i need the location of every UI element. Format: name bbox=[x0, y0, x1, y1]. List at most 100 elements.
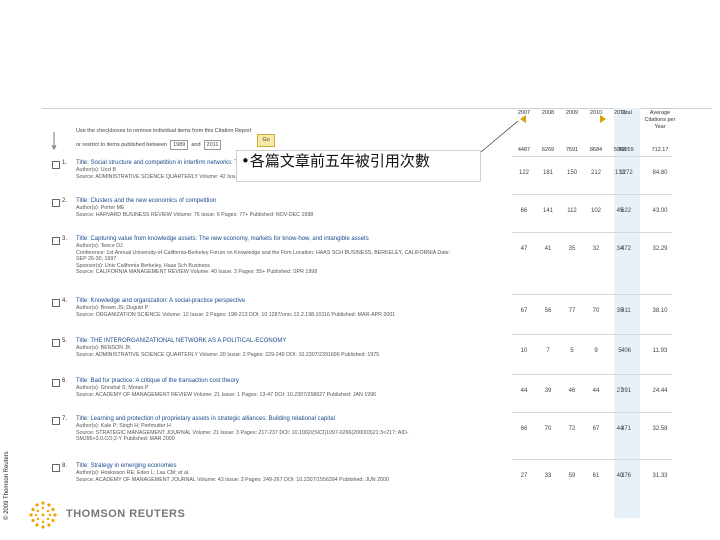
citation-count: 47 bbox=[520, 246, 528, 252]
citation-total: 371 bbox=[620, 426, 631, 432]
article-detail: SEP 26-30, 1997 bbox=[76, 256, 117, 262]
article-title-link[interactable]: Title: Knowledge and organization: A soc… bbox=[76, 298, 245, 304]
citation-average: 31.33 bbox=[652, 473, 668, 479]
item-number: 3. bbox=[62, 236, 68, 242]
citation-count: 10 bbox=[520, 348, 528, 354]
published-range-row: or restrict to items published between 1… bbox=[76, 140, 222, 150]
avg-total: 712.17 bbox=[651, 147, 669, 153]
citation-count: 9 bbox=[594, 348, 598, 354]
row-checkbox[interactable] bbox=[52, 379, 60, 387]
row-divider bbox=[512, 194, 672, 195]
article-detail: Source: ADMINISTRATIVE SCIENCE QUARTERLY… bbox=[76, 351, 380, 358]
citation-count: 67 bbox=[520, 308, 528, 314]
citation-count: 46 bbox=[568, 388, 576, 394]
row-divider bbox=[512, 412, 672, 413]
citation-count: 70 bbox=[592, 308, 600, 314]
year-header: 2009 bbox=[565, 110, 579, 116]
citation-total: 472 bbox=[620, 246, 631, 252]
citation-count: 181 bbox=[542, 170, 553, 176]
row-checkbox[interactable] bbox=[52, 237, 60, 245]
top-divider bbox=[42, 108, 712, 109]
item-number: 8. bbox=[62, 463, 68, 469]
article-title-link[interactable]: Title: Learning and protection of propri… bbox=[76, 416, 335, 422]
citation-count: 39 bbox=[544, 388, 552, 394]
citation-count: 112 bbox=[567, 208, 577, 214]
citation-total: 406 bbox=[620, 348, 631, 354]
citation-count: 66 bbox=[520, 208, 528, 214]
citation-count: 7 bbox=[546, 348, 550, 354]
citation-count: 5 bbox=[570, 348, 574, 354]
year-total: 8684 bbox=[589, 147, 603, 153]
row-checkbox[interactable] bbox=[52, 339, 60, 347]
row-checkbox[interactable] bbox=[52, 417, 60, 425]
brand-name: THOMSON REUTERS bbox=[66, 508, 186, 520]
copyright-text: © 2009 Thomson Reuters bbox=[4, 451, 10, 520]
citation-count: 77 bbox=[568, 308, 576, 314]
row-checkbox[interactable] bbox=[52, 299, 60, 307]
year-header: 2008 bbox=[541, 110, 555, 116]
item-number: 1. bbox=[62, 160, 68, 166]
article-detail: Source: ACADEMY OF MANAGEMENT JOURNAL Vo… bbox=[76, 476, 389, 483]
year-to-select[interactable]: 2011 bbox=[203, 140, 222, 150]
citation-count: 61 bbox=[592, 473, 600, 479]
row-checkbox[interactable] bbox=[52, 464, 60, 472]
article-detail: Source: HARVARD BUSINESS REVIEW Volume: … bbox=[76, 211, 314, 218]
grand-total: 50059 bbox=[618, 147, 634, 153]
citation-total: 411 bbox=[621, 308, 631, 314]
row-checkbox[interactable] bbox=[52, 199, 60, 207]
year-total: 4487 bbox=[517, 147, 531, 153]
year-total: 6269 bbox=[541, 147, 555, 153]
year-total: 7591 bbox=[565, 147, 579, 153]
row-divider bbox=[512, 294, 672, 295]
and-label: and bbox=[191, 142, 201, 148]
previous-years-arrow-icon[interactable] bbox=[520, 115, 526, 123]
row-divider bbox=[512, 232, 672, 233]
citation-count: 212 bbox=[590, 170, 601, 176]
article-detail: Source: STRATEGIC MANAGEMENT JOURNAL Vol… bbox=[76, 429, 409, 436]
article-detail: Source: ACADEMY OF MANAGEMENT REVIEW Vol… bbox=[76, 391, 377, 398]
article-detail: Author(s): Ghoshal S; Moran P bbox=[76, 385, 149, 391]
go-button[interactable]: Go bbox=[257, 134, 275, 147]
citation-count: 35 bbox=[568, 246, 576, 252]
next-years-arrow-icon[interactable] bbox=[600, 115, 606, 123]
article-detail: Author(s): Uzzi B bbox=[76, 167, 117, 173]
citation-count: 102 bbox=[590, 208, 601, 214]
article-title-link[interactable]: Title: Clusters and the new economics of… bbox=[76, 198, 216, 204]
corner-arrow-icon bbox=[52, 132, 57, 151]
citation-average: 43.00 bbox=[652, 208, 668, 214]
citation-average: 24.44 bbox=[652, 388, 668, 394]
article-detail: Author(s): Porter ME bbox=[76, 205, 125, 211]
item-number: 2. bbox=[62, 198, 68, 204]
totals-divider bbox=[512, 156, 672, 157]
citation-count: 59 bbox=[568, 473, 576, 479]
article-detail: Author(s): Brown JS; Duguid P bbox=[76, 305, 149, 311]
citation-average: 11.93 bbox=[652, 348, 668, 354]
citation-count: 70 bbox=[544, 426, 552, 432]
article-title-link[interactable]: Title: Bad for practice: A critique of t… bbox=[76, 378, 239, 384]
row-checkbox[interactable] bbox=[52, 161, 60, 169]
citation-count: 141 bbox=[542, 208, 553, 214]
article-detail: Author(s): Kale P; Singh H; Perlmutter H bbox=[76, 423, 171, 429]
citation-count: 41 bbox=[544, 246, 552, 252]
article-detail: Author(s): Teece DJ bbox=[76, 243, 123, 249]
citation-count: 44 bbox=[592, 388, 600, 394]
article-detail: Author(s): Hoskisson RE; Eden L; Lau CM;… bbox=[76, 470, 190, 476]
article-title-link[interactable]: Title: Strategy in emerging economies bbox=[76, 463, 177, 469]
citation-total: 391 bbox=[620, 388, 631, 394]
citation-average: 32.58 bbox=[652, 426, 668, 432]
citation-count: 150 bbox=[566, 170, 577, 176]
year-from-select[interactable]: 1989 bbox=[170, 140, 189, 150]
citation-average: 32.29 bbox=[652, 246, 668, 252]
citation-average: 84.80 bbox=[652, 170, 668, 176]
citation-count: 56 bbox=[544, 308, 552, 314]
item-number: 5. bbox=[62, 338, 68, 344]
article-detail: SMJ95>3.0.CO;2-Y Published: MAR 2000 bbox=[76, 436, 175, 442]
avg-header: Average Citations per Year bbox=[644, 110, 676, 130]
article-title-link[interactable]: Title: Capturing value from knowledge as… bbox=[76, 236, 369, 242]
total-header: Total bbox=[620, 110, 632, 116]
article-detail: Conference: 1st Annual University-of-Cal… bbox=[76, 249, 451, 256]
row-divider bbox=[512, 459, 672, 460]
article-title-link[interactable]: Title: THE INTERORGANIZATIONAL NETWORK A… bbox=[76, 338, 286, 344]
citation-count: 67 bbox=[592, 426, 600, 432]
citation-average: 38.10 bbox=[652, 308, 668, 314]
